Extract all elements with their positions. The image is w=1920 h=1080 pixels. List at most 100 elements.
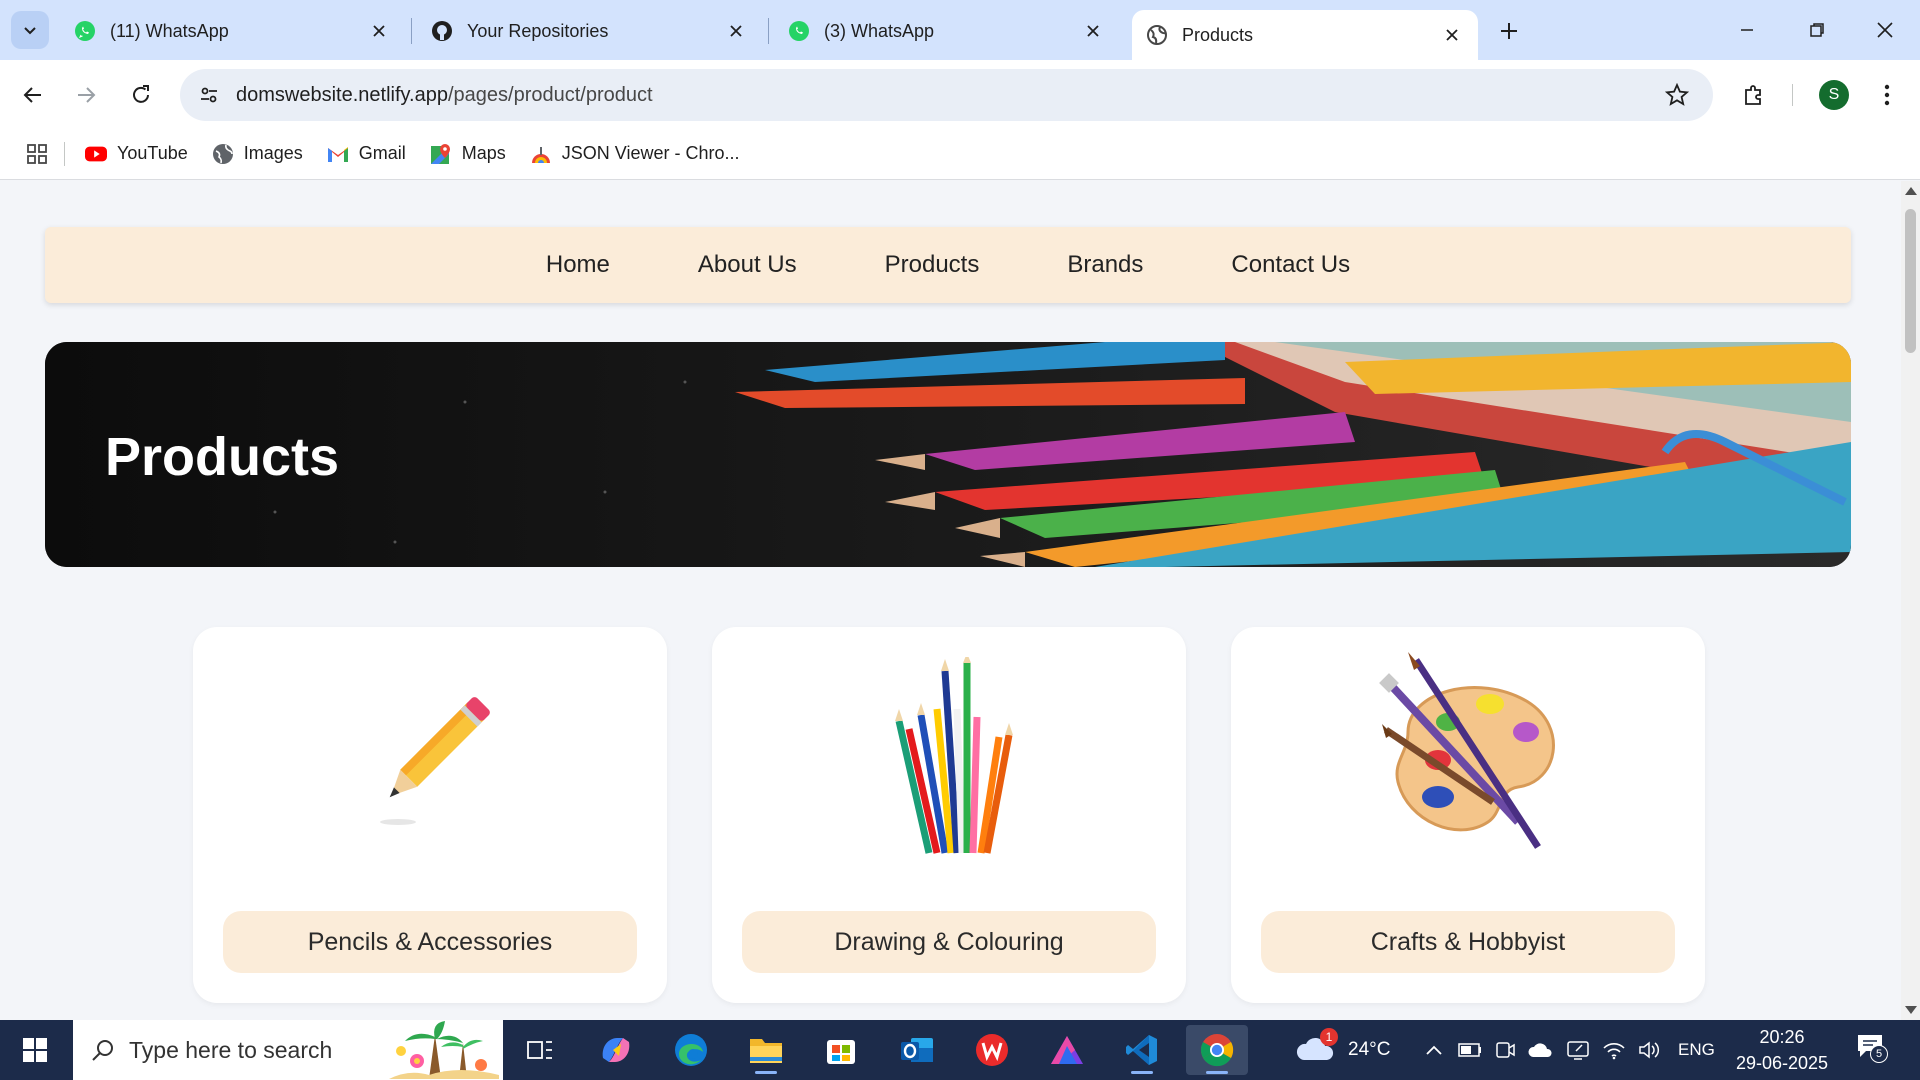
minimize-icon (1741, 29, 1753, 31)
taskbar-outlook[interactable] (886, 1025, 948, 1075)
category-card-drawing[interactable]: Drawing & Colouring (712, 627, 1186, 1003)
hero-title: Products (105, 427, 340, 487)
folder-icon (750, 1039, 782, 1063)
battery-icon[interactable] (1458, 1043, 1482, 1057)
forward-button[interactable] (67, 76, 105, 114)
taskbar-affinity[interactable] (1036, 1025, 1098, 1075)
apps-grid-icon (27, 143, 47, 164)
page-viewport: Home About Us Products Brands Contact Us (0, 181, 1901, 1020)
category-label[interactable]: Pencils & Accessories (223, 911, 637, 973)
json-viewer-icon (530, 143, 552, 165)
url-text: domswebsite.netlify.app/pages/product/pr… (236, 84, 653, 107)
reload-button[interactable] (122, 76, 160, 114)
scroll-up-arrow-icon[interactable] (1905, 187, 1917, 195)
minimize-button[interactable] (1722, 8, 1772, 52)
display-icon[interactable] (1566, 1039, 1590, 1061)
site-info-icon[interactable] (192, 78, 226, 112)
tab-whatsapp-1[interactable]: (11) WhatsApp (60, 10, 405, 52)
browser-menu-button[interactable] (1868, 76, 1906, 114)
page-scrollbar[interactable] (1901, 181, 1920, 1020)
tab-whatsapp-2[interactable]: (3) WhatsApp (774, 10, 1119, 52)
paint-palette-icon (1231, 652, 1705, 857)
new-tab-button[interactable] (1492, 14, 1526, 48)
category-label[interactable]: Drawing & Colouring (742, 911, 1156, 973)
reload-icon (133, 85, 149, 103)
copilot-icon (602, 1038, 630, 1062)
close-icon[interactable] (1081, 19, 1105, 43)
nav-link-products[interactable]: Products (885, 251, 980, 279)
kebab-menu-icon (1884, 84, 1890, 106)
colour-pencils-icon (712, 657, 1186, 857)
scroll-down-arrow-icon[interactable] (1905, 1006, 1917, 1014)
weather-widget[interactable]: 1 24°C (1296, 1020, 1390, 1080)
affinity-icon (1051, 1036, 1083, 1064)
chevron-up-icon[interactable] (1424, 1043, 1444, 1057)
taskbar-file-explorer[interactable] (735, 1025, 797, 1075)
bookmark-json-viewer[interactable]: JSON Viewer - Chro... (530, 143, 740, 165)
tab-separator (768, 18, 769, 44)
search-placeholder: Type here to search (129, 1036, 333, 1063)
browser-toolbar: domswebsite.netlify.app/pages/product/pr… (0, 60, 1920, 128)
profile-avatar[interactable]: S (1819, 80, 1849, 110)
bookmark-star-icon[interactable] (1661, 79, 1693, 111)
close-icon[interactable] (1440, 23, 1464, 47)
extensions-button[interactable] (1735, 76, 1773, 114)
taskbar-edge[interactable] (660, 1025, 722, 1075)
task-view-button[interactable] (509, 1025, 571, 1075)
gmail-icon (327, 143, 349, 165)
puzzle-icon (1745, 85, 1761, 105)
bookmark-youtube[interactable]: YouTube (85, 143, 188, 165)
onedrive-icon[interactable] (1528, 1041, 1554, 1059)
cloud-icon: 1 (1296, 1028, 1338, 1066)
taskbar-vscode[interactable] (1111, 1025, 1173, 1075)
edge-icon (675, 1034, 707, 1066)
taskbar-microsoft-store[interactable] (810, 1025, 872, 1075)
category-card-crafts[interactable]: Crafts & Hobbyist (1231, 627, 1705, 1003)
nav-link-home[interactable]: Home (546, 251, 610, 279)
tab-title: (11) WhatsApp (110, 20, 229, 41)
plus-icon (1501, 23, 1517, 39)
whatsapp-icon (788, 20, 810, 42)
volume-icon[interactable] (1638, 1040, 1662, 1060)
bookmark-label: Gmail (358, 143, 406, 163)
taskbar-copilot[interactable] (585, 1025, 647, 1075)
wifi-icon[interactable] (1602, 1040, 1626, 1060)
start-button[interactable] (0, 1020, 70, 1080)
category-card-pencils[interactable]: Pencils & Accessories (193, 627, 667, 1003)
nav-link-about-us[interactable]: About Us (698, 251, 797, 279)
windows-taskbar: Type here to search 1 24°C ENG 20:26 29-… (0, 1020, 1920, 1080)
tab-github[interactable]: Your Repositories (417, 10, 762, 52)
chrome-icon (1200, 1034, 1234, 1067)
bookmark-maps[interactable]: Maps (430, 143, 506, 165)
close-icon[interactable] (724, 19, 748, 43)
tab-search-button[interactable] (11, 11, 49, 49)
bookmark-gmail[interactable]: Gmail (327, 143, 406, 165)
taskbar-search-box[interactable]: Type here to search (73, 1020, 503, 1080)
notification-center-button[interactable]: 5 (1856, 1020, 1890, 1080)
taskbar-chrome[interactable] (1186, 1025, 1248, 1075)
taskbar-clock[interactable]: 20:26 29-06-2025 (1722, 1024, 1842, 1076)
back-button[interactable] (14, 76, 52, 114)
tab-products[interactable]: Products (1132, 10, 1478, 60)
pencil-icon (193, 657, 667, 857)
restore-icon (1810, 23, 1824, 37)
close-icon[interactable] (367, 19, 391, 43)
restore-button[interactable] (1792, 8, 1842, 52)
github-icon (431, 20, 453, 42)
category-label[interactable]: Crafts & Hobbyist (1261, 911, 1675, 973)
address-bar[interactable]: domswebsite.netlify.app/pages/product/pr… (180, 69, 1713, 121)
close-window-button[interactable] (1860, 8, 1910, 52)
meet-now-icon[interactable] (1494, 1039, 1516, 1061)
apps-grid-button[interactable] (26, 143, 48, 165)
nav-link-contact-us[interactable]: Contact Us (1231, 251, 1350, 279)
tab-title: (3) WhatsApp (824, 20, 935, 41)
globe-icon (1146, 24, 1168, 46)
nav-link-brands[interactable]: Brands (1067, 251, 1143, 279)
bookmark-images[interactable]: Images (212, 143, 303, 165)
scrollbar-thumb[interactable] (1905, 209, 1916, 353)
hero-banner: Products (45, 342, 1851, 567)
close-icon (1877, 22, 1893, 38)
language-indicator[interactable]: ENG (1678, 1040, 1715, 1060)
taskbar-wps-office[interactable] (961, 1025, 1023, 1075)
bookmarks-separator (64, 141, 65, 166)
